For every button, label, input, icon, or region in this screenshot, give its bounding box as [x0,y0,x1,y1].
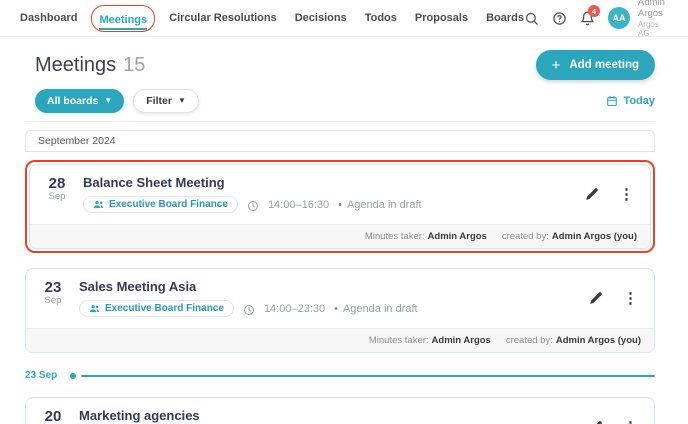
meeting-options-button[interactable]: ⋮ [617,185,636,204]
user-name: Admin Argos [637,0,665,20]
all-boards-dropdown[interactable]: All boards ▼ [35,89,125,113]
meeting-title: Marketing agencies [79,408,200,423]
nav-item-boards[interactable]: Boards [486,12,524,24]
user-avatar[interactable]: AA [607,7,630,29]
users-icon [89,305,100,313]
meeting-time: 14:00–16:30 [267,198,330,211]
pencil-icon [586,188,598,200]
nav-item-proposals[interactable]: Proposals [415,12,468,24]
status-dot: • [334,302,338,315]
nav-item-dashboard[interactable]: Dashboard [20,12,77,24]
users-icon [93,201,104,209]
top-nav-actions: 4 AA Admin Argos Argos AG Apollo.ai [524,0,688,39]
pencil-icon [590,292,602,304]
notifications-bell-icon[interactable]: 4 [580,5,600,26]
meeting-card[interactable]: 20 Sep Marketing agencies Executive Boar… [25,397,655,424]
minutes-taker: Minutes taker: Admin Argos [364,231,487,242]
chevron-down-icon: ▼ [104,96,113,105]
content-area: Meetings 15 + Add meeting All boards ▼ Fi… [0,50,688,424]
meeting-date: 23 Sep [44,279,62,307]
meeting-options-button[interactable]: ⋮ [621,418,640,424]
created-by: created by: Admin Argos (you) [501,231,637,242]
meeting-date: 28 Sep [48,175,66,203]
plus-icon: + [551,56,561,74]
clock-icon [243,303,255,315]
meeting-card[interactable]: 28 Sep Balance Sheet Meeting Executive B… [29,164,651,249]
nav-item-decisions[interactable]: Decisions [295,12,347,24]
minutes-taker: Minutes taker: Admin Argos [368,335,491,346]
edit-meeting-button[interactable] [587,418,605,424]
meeting-card-footer: Minutes taker: Admin Argos created by: Adm… [30,224,650,248]
today-button[interactable]: Today [606,95,655,107]
board-badge: Executive Board Finance [83,196,238,213]
kebab-menu-icon: ⋮ [623,420,638,424]
meeting-time: 14:00–23:30 [263,302,326,315]
meeting-card[interactable]: 23 Sep Sales Meeting Asia Executive Boar… [25,268,655,353]
created-by: created by: Admin Argos (you) [505,335,641,346]
current-date-divider: 23 Sep [25,370,655,381]
meeting-card-footer: Minutes taker: Admin Argos created by: Adm… [26,328,654,352]
search-icon[interactable] [524,10,539,26]
edit-meeting-button[interactable] [587,289,605,307]
filter-dropdown[interactable]: Filter ▼ [133,89,199,113]
annotation-highlight-card: 28 Sep Balance Sheet Meeting Executive B… [25,160,655,253]
calendar-icon [607,95,618,107]
nav-item-meetings[interactable]: Meetings [99,13,148,30]
meetings-count: 15 [123,53,146,76]
top-navigation: Dashboard Meetings Circular Resolutions … [0,0,688,39]
annotation-highlight-meetings: Meetings [91,4,156,32]
month-group-header: September 2024 [25,130,655,152]
meeting-options-button[interactable]: ⋮ [621,289,640,308]
meeting-status: • Agenda in draft [334,302,418,315]
meeting-title: Balance Sheet Meeting [83,175,225,190]
divider-dot [70,372,77,379]
notification-count-badge: 4 [587,5,600,17]
meeting-title: Sales Meeting Asia [79,279,197,294]
edit-meeting-button[interactable] [583,185,601,203]
pencil-icon [596,421,602,424]
kebab-menu-icon: ⋮ [619,185,634,203]
chevron-down-icon: ▼ [177,96,186,105]
board-badge: Executive Board Finance [79,300,234,317]
kebab-menu-icon: ⋮ [623,289,638,307]
header-separator [25,121,655,122]
divider-line [81,374,655,377]
status-dot: • [338,198,342,211]
meeting-date: 20 Sep [44,408,62,424]
add-meeting-button[interactable]: + Add meeting [535,50,655,80]
page-title: Meetings 15 [35,53,146,76]
help-icon[interactable] [552,10,567,26]
user-organization: Argos AG [637,19,659,39]
divider-date-label: 23 Sep [25,370,58,381]
nav-item-circular-resolutions[interactable]: Circular Resolutions [169,12,277,24]
nav-item-todos[interactable]: Todos [365,12,397,24]
main-nav: Dashboard Meetings Circular Resolutions … [20,4,524,32]
clock-icon [247,199,259,211]
meetings-page: Dashboard Meetings Circular Resolutions … [0,0,688,424]
meeting-status: • Agenda in draft [338,198,422,211]
user-menu[interactable]: Admin Argos Argos AG [638,0,668,39]
